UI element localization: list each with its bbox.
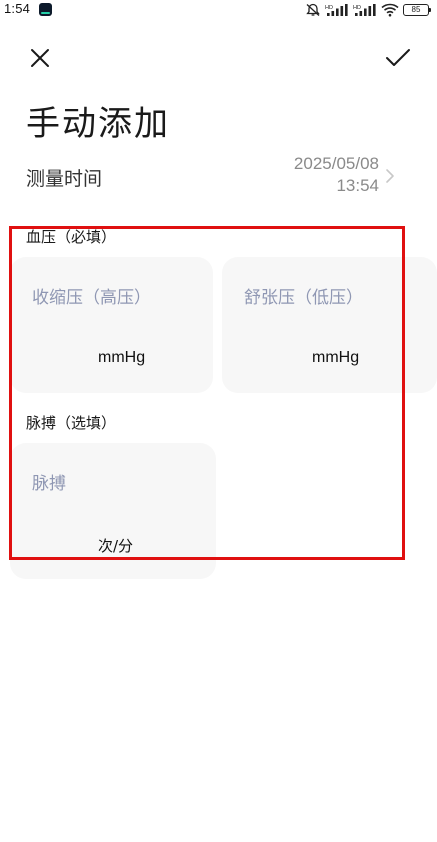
confirm-button[interactable] bbox=[382, 44, 414, 72]
app-notification-icon bbox=[39, 3, 52, 16]
svg-text:HD: HD bbox=[353, 5, 361, 11]
systolic-placeholder: 收缩压（高压） bbox=[32, 288, 151, 308]
systolic-unit: mmHg bbox=[98, 349, 146, 366]
mute-icon bbox=[305, 3, 321, 17]
pulse-input[interactable]: 脉搏 次/分 bbox=[10, 443, 216, 579]
measure-time-label: 测量时间 bbox=[26, 168, 103, 190]
measure-time: 13:54 bbox=[336, 176, 379, 195]
hd-signal-icon-2: HD bbox=[353, 3, 377, 17]
wifi-icon bbox=[381, 3, 399, 17]
systolic-input[interactable]: 收缩压（高压） mmHg bbox=[10, 257, 213, 393]
close-icon bbox=[31, 49, 49, 67]
status-bar: 1:54 HD HD 85 bbox=[0, 0, 437, 22]
pulse-section-label: 脉搏（选填） bbox=[26, 414, 117, 432]
page-title: 手动添加 bbox=[26, 104, 170, 144]
diastolic-input[interactable]: 舒张压（低压） mmHg bbox=[222, 257, 437, 393]
manual-add-screen: 1:54 HD HD 85 手动添加 测量时间 2025/05/08 13:54… bbox=[0, 0, 437, 842]
status-time: 1:54 bbox=[4, 1, 31, 16]
pulse-unit: 次/分 bbox=[98, 537, 134, 555]
blood-pressure-section-label: 血压（必填） bbox=[26, 228, 117, 246]
diastolic-placeholder: 舒张压（低压） bbox=[244, 288, 363, 308]
measure-time-value: 2025/05/08 13:54 bbox=[294, 153, 379, 197]
pulse-placeholder: 脉搏 bbox=[32, 474, 66, 494]
svg-text:HD: HD bbox=[325, 5, 333, 11]
hd-signal-icon-1: HD bbox=[325, 3, 349, 17]
check-icon bbox=[386, 49, 410, 66]
chevron-right-icon bbox=[386, 169, 394, 183]
diastolic-unit: mmHg bbox=[312, 349, 360, 366]
measure-time-row[interactable]: 测量时间 2025/05/08 13:54 bbox=[0, 150, 437, 204]
close-button[interactable] bbox=[26, 44, 54, 72]
battery-icon: 85 bbox=[403, 4, 431, 16]
measure-date: 2025/05/08 bbox=[293, 154, 379, 173]
status-icons: HD HD 85 bbox=[305, 2, 431, 18]
